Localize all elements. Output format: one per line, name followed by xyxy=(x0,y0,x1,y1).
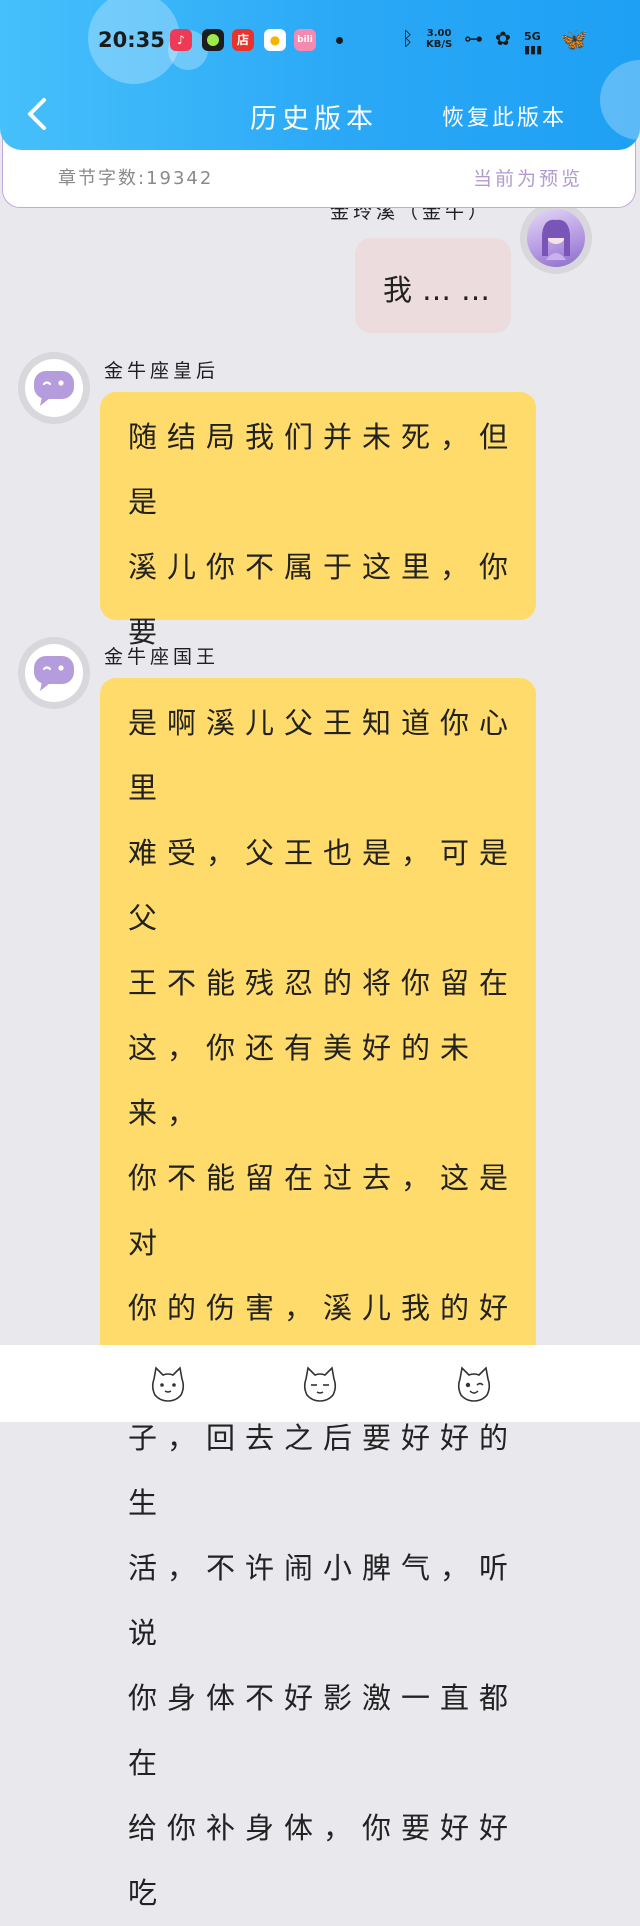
network-speed-unit: KB/S xyxy=(426,39,453,50)
message-line: 你不能留在过去，这是对 xyxy=(128,1161,519,1260)
status-bar: 20:35 ♪ 店 ● bili ᛒ 3.00 KB/S ⊶ ✿ 5G ▮▮▮ 🦋 xyxy=(0,0,640,80)
vibrate-icon: ⊶ xyxy=(464,28,483,50)
default-avatar xyxy=(25,644,83,702)
chat-area[interactable]: 金玲溪（金牛） 我…… 金牛座皇后 随结局我们并未死，但是 溪儿你不属于这里，你… xyxy=(0,0,640,1910)
speech-bubble-icon xyxy=(34,371,74,406)
message-line: 你身体不好影激一直都在 xyxy=(128,1681,519,1780)
alarm-icon: ✿ xyxy=(495,28,511,50)
network-speed-value: 3.00 xyxy=(426,28,452,39)
user-avatar-image xyxy=(527,209,585,267)
store-app-icon: 店 xyxy=(232,29,254,51)
nav-cat-button-1[interactable] xyxy=(148,1365,188,1403)
sender-name: 金牛座国王 xyxy=(104,646,220,668)
page-title: 历史版本 xyxy=(250,104,378,135)
message-line: 这，你还有美好的未来， xyxy=(128,1031,480,1130)
message-line: 子，回去之后要好好的生 xyxy=(128,1421,519,1520)
camera-app-icon xyxy=(202,29,224,51)
notification-dot xyxy=(336,37,343,44)
nav-cat-button-3[interactable] xyxy=(454,1365,494,1403)
preview-status: 当前为预览 xyxy=(472,168,583,190)
top-header: 20:35 ♪ 店 ● bili ᛒ 3.00 KB/S ⊶ ✿ 5G ▮▮▮ 🦋… xyxy=(0,0,640,150)
network-speed: 3.00 KB/S xyxy=(426,28,452,50)
message-text: 我…… xyxy=(383,273,501,307)
avatar[interactable] xyxy=(18,352,90,424)
message-line: 是啊溪儿父王知道你心里 xyxy=(128,706,519,805)
speech-bubble-icon xyxy=(34,656,74,691)
back-button[interactable] xyxy=(22,96,52,132)
word-count: 章节字数:19342 xyxy=(58,168,214,189)
battery-butterfly-icon: 🦋 xyxy=(560,28,588,53)
chat-app-icon: ● xyxy=(264,29,286,51)
sender-name: 金牛座皇后 xyxy=(104,360,220,382)
nav-cat-button-2[interactable] xyxy=(300,1365,340,1403)
bottom-navigation xyxy=(0,1345,640,1422)
message-line: 给你补身体，你要好好吃 xyxy=(128,1811,519,1910)
bilibili-app-icon: bili xyxy=(294,29,316,51)
message-line: 王不能残忍的将你留在 xyxy=(128,966,519,1000)
cat-icon xyxy=(151,1366,185,1402)
music-app-icon: ♪ xyxy=(170,29,192,51)
restore-version-button[interactable]: 恢复此版本 xyxy=(442,100,567,132)
message-line: 随结局我们并未死，但是 xyxy=(128,420,519,519)
anime-avatar-icon xyxy=(542,219,570,260)
cat-icon xyxy=(457,1366,491,1402)
chat-bubble[interactable]: 是啊溪儿父王知道你心里 难受，父王也是，可是父 王不能残忍的将你留在 这，你还有… xyxy=(100,678,536,1910)
cat-icon xyxy=(303,1366,337,1402)
chevron-left-icon xyxy=(28,98,46,130)
clock-time: 20:35 xyxy=(98,28,165,52)
signal-label: 5G xyxy=(524,30,541,43)
avatar[interactable] xyxy=(18,637,90,709)
chat-bubble[interactable]: 随结局我们并未死，但是 溪儿你不属于这里，你要 回到你的世界好好生活 xyxy=(100,392,536,714)
default-avatar xyxy=(25,359,83,417)
bluetooth-icon: ᛒ xyxy=(402,28,414,50)
chat-bubble[interactable]: 我…… xyxy=(355,238,511,333)
signal-icon: 5G ▮▮▮ xyxy=(524,30,543,56)
message-line: 活，不许闹小脾气，听说 xyxy=(128,1551,519,1650)
message-line: 难受，父王也是，可是父 xyxy=(128,836,519,935)
avatar[interactable] xyxy=(520,202,592,274)
